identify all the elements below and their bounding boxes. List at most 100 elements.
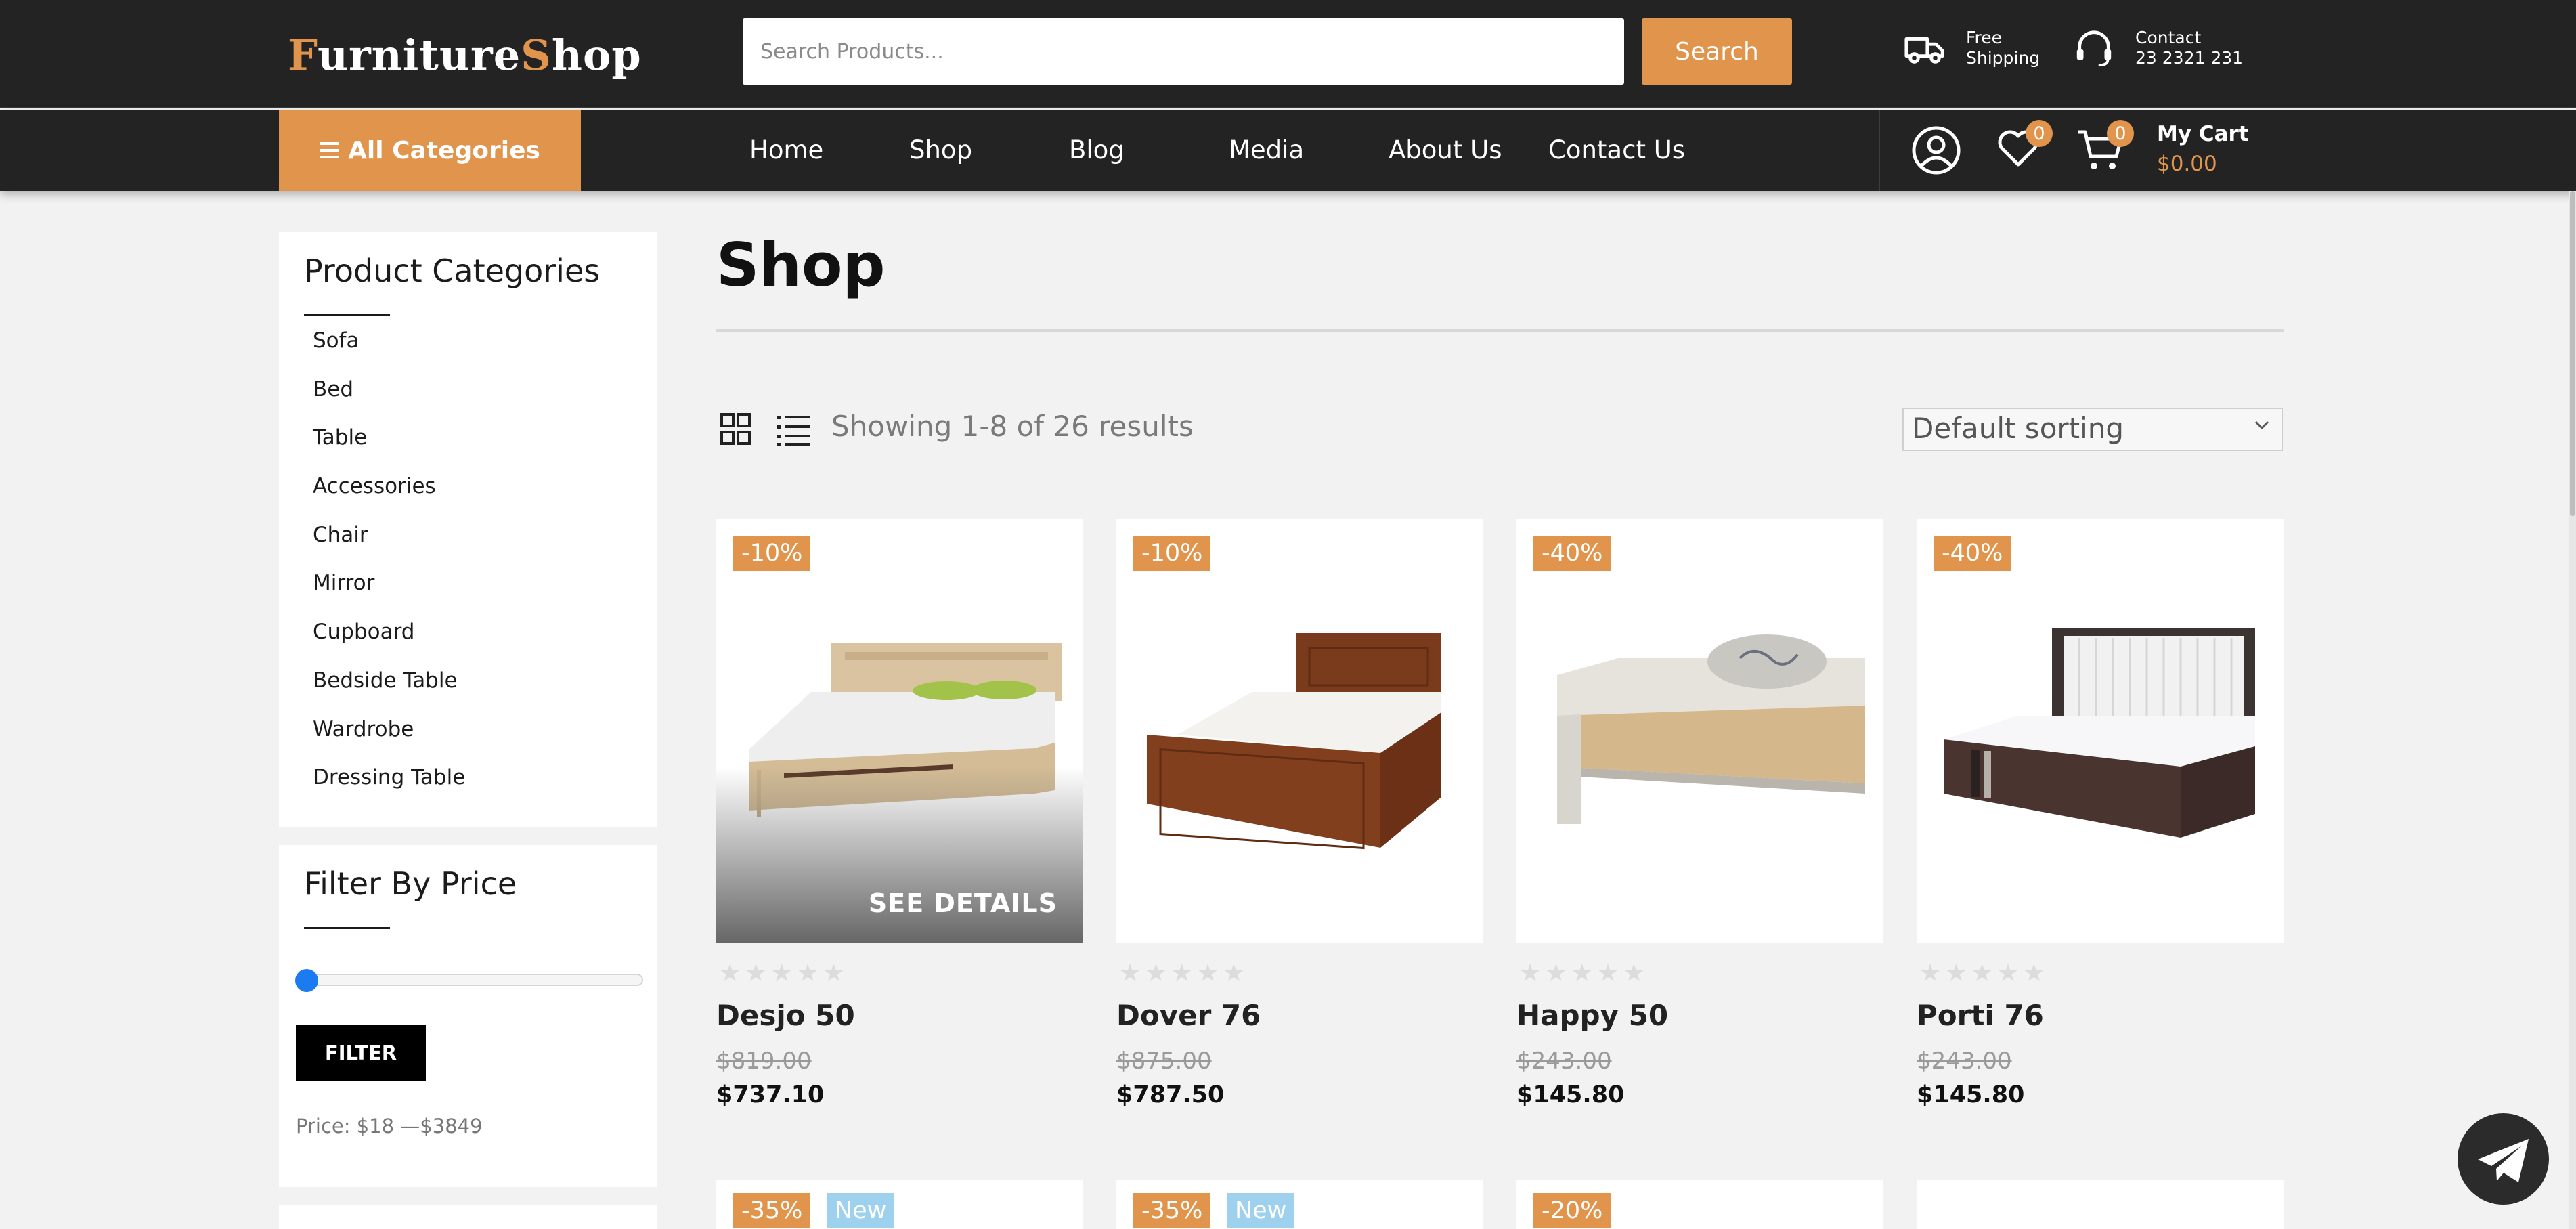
new-badge: New	[827, 1193, 895, 1228]
product-name[interactable]: Desjo 50	[716, 999, 855, 1032]
contact-info: Contact 23 2321 231	[2073, 27, 2243, 69]
chevron-down-icon	[2254, 421, 2269, 430]
discount-badge: -20%	[1533, 1193, 1611, 1228]
title-underline	[304, 927, 390, 929]
discount-badge: -40%	[1934, 536, 2011, 571]
contact-phone: 23 2321 231	[2135, 48, 2244, 68]
free-shipping: Free Shipping	[1904, 27, 2040, 69]
discount-badge: -35%	[733, 1193, 811, 1228]
product-image[interactable]	[1917, 519, 2284, 943]
main-nav: All Categories Home Shop Blog Media Abou…	[0, 110, 2576, 191]
bed-image	[1557, 634, 1865, 824]
new-badge: New	[1227, 1193, 1295, 1228]
nav-divider	[1879, 110, 1880, 191]
scrollbar-thumb[interactable]	[2570, 191, 2575, 516]
product-card[interactable]: -35% New	[716, 1180, 1083, 1229]
sort-selected-value: Default sorting	[1912, 412, 2124, 445]
nav-about-us[interactable]: About Us	[1389, 135, 1502, 165]
result-count: Showing 1-8 of 26 results	[831, 410, 1194, 443]
product-card[interactable]: -35% New	[1116, 1180, 1483, 1229]
category-accessories[interactable]: Accessories	[313, 473, 465, 521]
bed-image	[749, 643, 1062, 817]
nav-contact-us[interactable]: Contact Us	[1548, 135, 1685, 165]
product-card[interactable]	[1917, 1180, 2284, 1229]
discount-badge: -40%	[1533, 536, 1611, 571]
grid-view-icon[interactable]	[720, 412, 752, 447]
filter-price-title: Filter By Price	[304, 865, 517, 902]
discount-badge: -35%	[1133, 1193, 1211, 1228]
all-categories-button[interactable]: All Categories	[279, 110, 581, 191]
site-logo[interactable]: FurnitureShop	[288, 30, 642, 80]
category-mirror[interactable]: Mirror	[313, 569, 465, 618]
category-dressing-table[interactable]: Dressing Table	[313, 764, 465, 813]
logo-text-1: urniture	[317, 30, 521, 80]
headset-icon	[2076, 30, 2112, 67]
sort-dropdown[interactable]: Default sorting	[1902, 408, 2283, 451]
product-image[interactable]	[1516, 519, 1883, 943]
bed-image	[1944, 628, 2255, 838]
price-slider-handle[interactable]	[295, 969, 318, 992]
old-price: $819.00	[716, 1048, 812, 1075]
contact-text: Contact 23 2321 231	[2135, 28, 2243, 68]
nav-shop[interactable]: Shop	[909, 135, 972, 165]
search-button[interactable]: Search	[1642, 18, 1792, 85]
sale-price: $145.80	[1917, 1081, 2025, 1108]
categories-title: Product Categories	[304, 253, 601, 289]
filter-by-price-panel: Filter By Price FILTER Price: $18 —$3849	[279, 845, 657, 1187]
rating-stars: ★★★★★	[1919, 960, 2049, 987]
page-title: Shop	[716, 230, 886, 300]
category-wardrobe[interactable]: Wardrobe	[313, 716, 465, 764]
category-cupboard[interactable]: Cupboard	[313, 618, 465, 667]
product-name[interactable]: Porti 76	[1917, 999, 2044, 1032]
logo-letter-f: F	[288, 30, 318, 80]
search-input[interactable]	[743, 18, 1624, 85]
free-shipping-text: Free Shipping	[1966, 28, 2040, 68]
product-categories-panel: Product Categories Sofa Bed Table Access…	[279, 232, 657, 827]
sale-price: $787.50	[1116, 1081, 1225, 1108]
rating-stars: ★★★★★	[1119, 960, 1249, 987]
logo-letter-s: S	[521, 30, 552, 80]
page-scrollbar[interactable]	[2569, 191, 2576, 1229]
menu-icon	[320, 142, 339, 158]
old-price: $875.00	[1116, 1048, 1212, 1075]
paper-plane-icon	[2478, 1139, 2529, 1182]
rating-stars: ★★★★★	[1519, 960, 1649, 987]
category-bedside-table[interactable]: Bedside Table	[313, 667, 465, 716]
list-view-icon[interactable]	[775, 412, 812, 447]
nav-blog[interactable]: Blog	[1069, 135, 1125, 165]
sale-price: $737.10	[716, 1081, 825, 1108]
see-details-label[interactable]: SEE DETAILS	[869, 888, 1057, 918]
category-bed[interactable]: Bed	[313, 376, 465, 425]
top-header: FurnitureShop Search Free Shipping Conta…	[0, 0, 2576, 108]
nav-media[interactable]: Media	[1229, 135, 1304, 165]
rating-stars: ★★★★★	[719, 960, 849, 987]
discount-badge: -10%	[1133, 536, 1211, 571]
product-image[interactable]	[1116, 519, 1483, 943]
price-slider-track[interactable]	[298, 974, 643, 986]
cart-count-badge: 0	[2107, 120, 2134, 147]
category-chair[interactable]: Chair	[313, 521, 465, 570]
sidebar-next-panel	[279, 1205, 657, 1229]
logo-text-2: hop	[551, 30, 642, 80]
shipping-line2: Shipping	[1966, 48, 2040, 68]
wishlist-count-badge: 0	[2026, 120, 2053, 147]
product-name[interactable]: Dover 76	[1116, 999, 1261, 1032]
category-sofa[interactable]: Sofa	[313, 327, 465, 376]
cart-total: $0.00	[2157, 152, 2217, 176]
nav-home[interactable]: Home	[749, 135, 823, 165]
title-divider	[716, 329, 2284, 332]
category-table[interactable]: Table	[313, 424, 465, 473]
contact-line1: Contact	[2135, 28, 2202, 47]
truck-icon	[1904, 37, 1944, 64]
account-icon[interactable]	[1911, 125, 1961, 175]
product-name[interactable]: Happy 50	[1516, 999, 1668, 1032]
product-card[interactable]: -20%	[1516, 1180, 1883, 1229]
old-price: $243.00	[1917, 1048, 2012, 1075]
telegram-chat-button[interactable]	[2458, 1113, 2549, 1205]
filter-button[interactable]: FILTER	[296, 1025, 426, 1081]
category-list: Sofa Bed Table Accessories Chair Mirror …	[313, 327, 465, 813]
product-image[interactable]: SEE DETAILS	[716, 519, 1083, 943]
cart-title[interactable]: My Cart	[2157, 122, 2249, 146]
all-categories-label: All Categories	[348, 136, 540, 165]
title-underline	[304, 314, 390, 316]
